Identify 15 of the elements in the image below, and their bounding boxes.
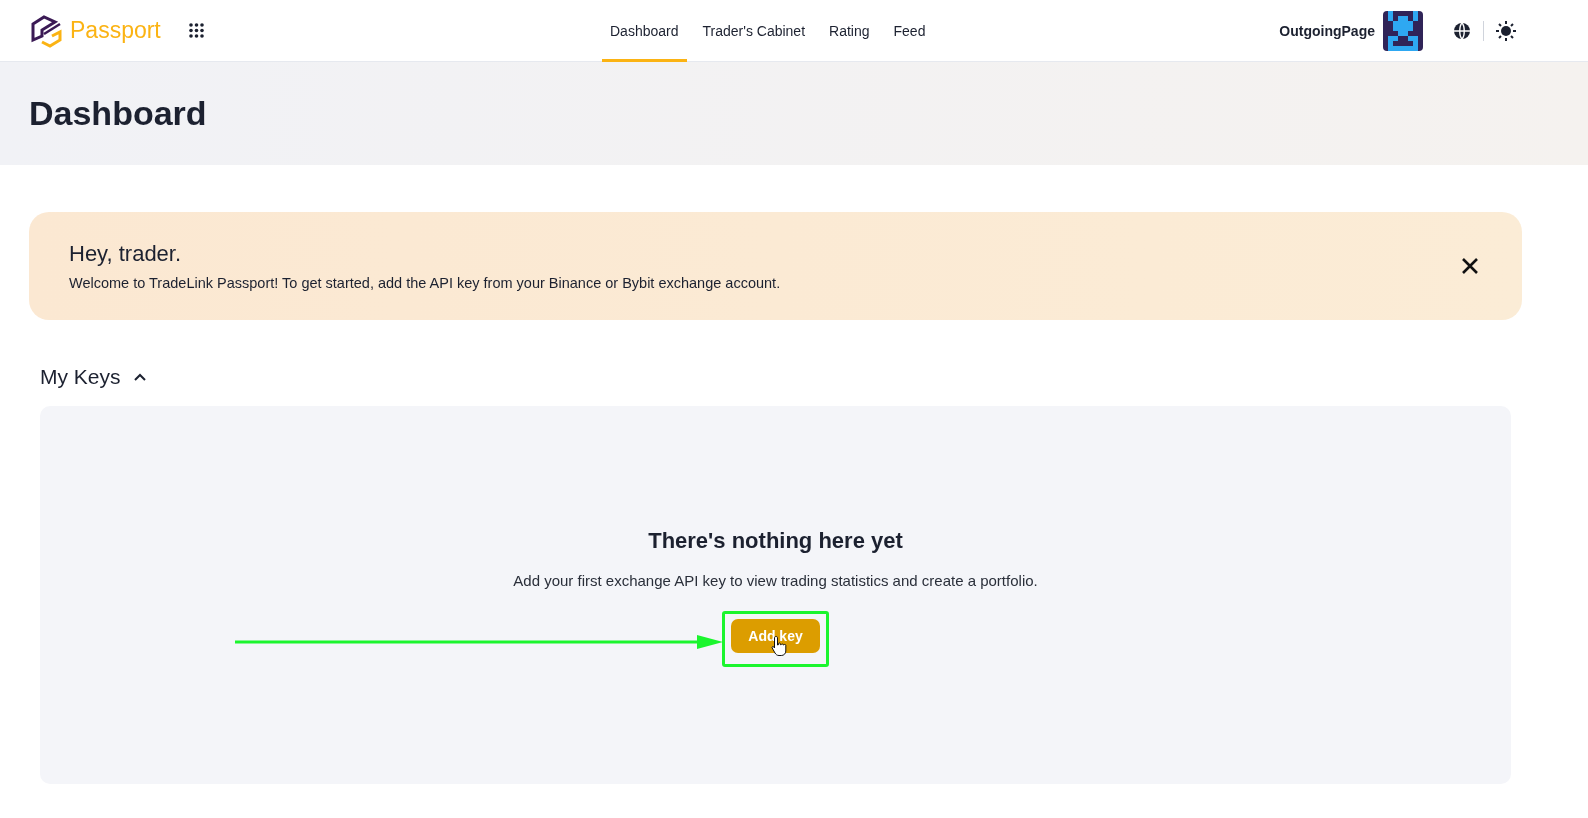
sun-icon[interactable] — [1496, 20, 1516, 41]
logo-icon — [30, 13, 64, 48]
username[interactable]: OutgoingPage — [1279, 22, 1375, 39]
empty-state-title: There's nothing here yet — [648, 528, 903, 554]
nav-tab[interactable]: Feed — [885, 0, 934, 62]
page-title: Dashboard — [29, 94, 207, 133]
avatar[interactable] — [1383, 10, 1423, 51]
nav-tab[interactable]: Rating — [821, 0, 878, 62]
banner-title: Hey, trader. — [69, 241, 183, 267]
globe-icon[interactable] — [1453, 21, 1471, 40]
apps-grid-icon[interactable] — [188, 23, 204, 38]
empty-state-text: Add your first exchange API key to view trading statistics and create a portfolio. — [513, 572, 1038, 589]
banner-text: Welcome to TradeLink Passport! To get started, add the API key from your Binance or Bybit exchange account. — [69, 275, 782, 291]
nav-tab[interactable]: Trader's Cabinet — [694, 0, 814, 62]
section-title: My Keys — [40, 365, 121, 389]
